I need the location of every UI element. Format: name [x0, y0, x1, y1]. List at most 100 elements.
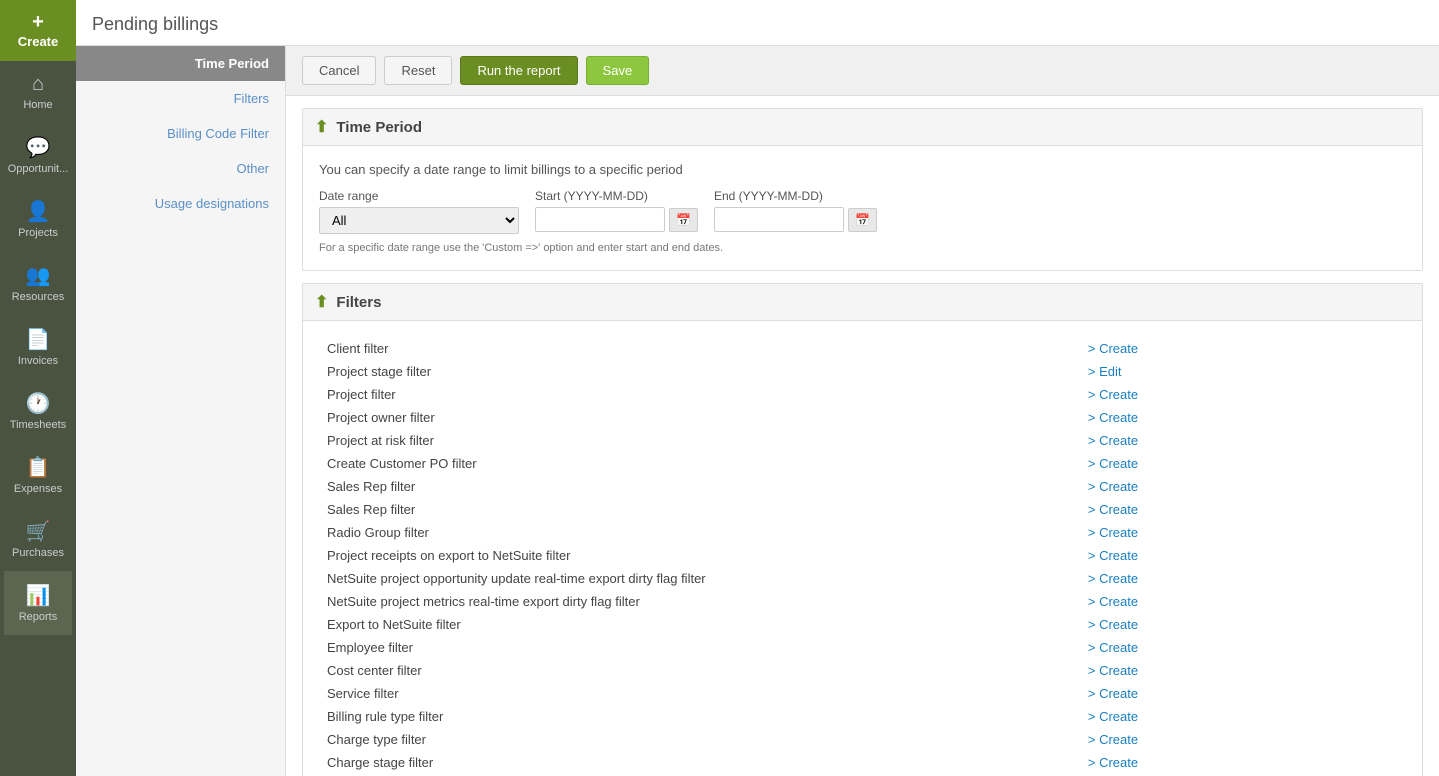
filter-label: Client filter — [319, 337, 1080, 360]
sidebar-item-purchases[interactable]: 🛒Purchases — [4, 507, 73, 571]
content-wrapper: Time PeriodFiltersBilling Code FilterOth… — [76, 46, 1439, 776]
filter-row: Charge type filter> Create — [319, 728, 1406, 751]
report-area[interactable]: Cancel Reset Run the report Save ⬆ Time … — [286, 46, 1439, 776]
reports-icon: 📊 — [26, 583, 51, 608]
date-range-select[interactable]: AllThis weekLast weekThis monthLast mont… — [319, 207, 519, 234]
sidebar-item-home[interactable]: ⌂Home — [4, 61, 73, 123]
filter-label: NetSuite project metrics real-time expor… — [319, 590, 1080, 613]
filter-action[interactable]: > Create — [1080, 475, 1406, 498]
filter-label: Charge stage filter — [319, 751, 1080, 774]
home-icon: ⌂ — [32, 73, 44, 96]
start-date-input[interactable] — [535, 207, 665, 232]
date-row: Date range AllThis weekLast weekThis mon… — [319, 189, 1406, 234]
end-date-calendar-button[interactable]: 📅 — [848, 208, 877, 232]
filter-action[interactable]: > Create — [1080, 452, 1406, 475]
filter-row: Charge stage filter> Create — [319, 751, 1406, 774]
start-date-label: Start (YYYY-MM-DD) — [535, 189, 698, 203]
save-button[interactable]: Save — [586, 56, 650, 85]
resources-icon: 👥 — [26, 263, 51, 288]
sidebar-item-projects[interactable]: 👤Projects — [4, 187, 73, 251]
filter-label: Employee filter — [319, 636, 1080, 659]
end-date-input[interactable] — [714, 207, 844, 232]
filter-action[interactable]: > Create — [1080, 567, 1406, 590]
sidebar-item-invoices[interactable]: 📄Invoices — [4, 315, 73, 379]
create-button[interactable]: + Create — [0, 0, 76, 61]
filter-row: Radio Group filter> Create — [319, 521, 1406, 544]
filters-body: Client filter> CreateProject stage filte… — [303, 321, 1422, 776]
date-range-label: Date range — [319, 189, 519, 203]
filter-row: Create Customer PO filter> Create — [319, 452, 1406, 475]
filter-label: Cost center filter — [319, 659, 1080, 682]
left-nav-item-filters[interactable]: Filters — [76, 81, 285, 116]
filter-action[interactable]: > Create — [1080, 590, 1406, 613]
filter-label: Project at risk filter — [319, 429, 1080, 452]
filter-action[interactable]: > Create — [1080, 659, 1406, 682]
run-report-button[interactable]: Run the report — [460, 56, 577, 85]
filters-collapse-icon[interactable]: ⬆ — [315, 292, 328, 312]
filter-row: Export to NetSuite filter> Create — [319, 613, 1406, 636]
end-date-wrap: 📅 — [714, 207, 877, 232]
filter-action[interactable]: > Create — [1080, 705, 1406, 728]
time-period-header: ⬆ Time Period — [303, 109, 1422, 146]
filter-row: Sales Rep filter> Create — [319, 498, 1406, 521]
filter-label: Export to NetSuite filter — [319, 613, 1080, 636]
sidebar-item-timesheets[interactable]: 🕐Timesheets — [4, 379, 73, 443]
sidebar-label-resources: Resources — [12, 291, 65, 303]
sidebar: + Create ⌂Home💬Opportunit...👤Projects 👥 Re… — [0, 0, 76, 776]
left-nav-item-time-period[interactable]: Time Period — [76, 46, 285, 81]
start-date-calendar-button[interactable]: 📅 — [669, 208, 698, 232]
left-nav-item-billing-code-filter[interactable]: Billing Code Filter — [76, 116, 285, 151]
sidebar-item-opportunities[interactable]: 💬Opportunit... — [4, 123, 73, 187]
sidebar-label-projects: Projects — [18, 227, 58, 239]
filter-label: Project filter — [319, 383, 1080, 406]
filter-row: NetSuite project opportunity update real… — [319, 567, 1406, 590]
sidebar-label-purchases: Purchases — [12, 547, 64, 559]
filter-action[interactable]: > Create — [1080, 429, 1406, 452]
filter-row: Employee filter> Create — [319, 636, 1406, 659]
filter-label: Project stage filter — [319, 360, 1080, 383]
filters-header: ⬆ Filters — [303, 284, 1422, 321]
filter-action[interactable]: > Create — [1080, 406, 1406, 429]
filter-action[interactable]: > Create — [1080, 728, 1406, 751]
filters-section: ⬆ Filters Client filter> CreateProject s… — [302, 283, 1423, 776]
filter-action[interactable]: > Create — [1080, 521, 1406, 544]
filter-label: Project owner filter — [319, 406, 1080, 429]
left-nav: Time PeriodFiltersBilling Code FilterOth… — [76, 46, 286, 776]
end-date-group: End (YYYY-MM-DD) 📅 — [714, 189, 877, 232]
filter-row: Billing rule type filter> Create — [319, 705, 1406, 728]
opportunities-icon: 💬 — [26, 135, 51, 160]
left-nav-item-other[interactable]: Other — [76, 151, 285, 186]
filter-action[interactable]: > Create — [1080, 337, 1406, 360]
sidebar-item-expenses[interactable]: 📋Expenses — [4, 443, 73, 507]
page-title: Pending billings — [92, 14, 218, 34]
reset-button[interactable]: Reset — [384, 56, 452, 85]
time-period-body: You can specify a date range to limit bi… — [303, 146, 1422, 270]
filter-action[interactable]: > Create — [1080, 383, 1406, 406]
sidebar-item-resources[interactable]: 👥 Resources — [4, 251, 73, 315]
filter-label: Radio Group filter — [319, 521, 1080, 544]
left-nav-item-usage-designations[interactable]: Usage designations — [76, 186, 285, 221]
time-period-desc: You can specify a date range to limit bi… — [319, 162, 1406, 177]
sidebar-label-reports: Reports — [19, 611, 58, 623]
filter-action[interactable]: > Create — [1080, 636, 1406, 659]
timesheets-icon: 🕐 — [26, 391, 51, 416]
filter-row: Cost center filter> Create — [319, 659, 1406, 682]
filter-action[interactable]: > Create — [1080, 544, 1406, 567]
page-header: Pending billings — [76, 0, 1439, 46]
toolbar: Cancel Reset Run the report Save — [286, 46, 1439, 96]
filter-action[interactable]: > Create — [1080, 682, 1406, 705]
time-period-section: ⬆ Time Period You can specify a date ran… — [302, 108, 1423, 271]
collapse-icon[interactable]: ⬆ — [315, 117, 328, 137]
filter-action[interactable]: > Create — [1080, 751, 1406, 774]
filter-action[interactable]: > Create — [1080, 498, 1406, 521]
cancel-button[interactable]: Cancel — [302, 56, 376, 85]
filter-label: Billing rule type filter — [319, 705, 1080, 728]
filter-label: Sales Rep filter — [319, 498, 1080, 521]
invoices-icon: 📄 — [26, 327, 51, 352]
filter-action[interactable]: > Create — [1080, 613, 1406, 636]
start-date-group: Start (YYYY-MM-DD) 📅 — [535, 189, 698, 232]
filter-row: Project owner filter> Create — [319, 406, 1406, 429]
filter-row: Project at risk filter> Create — [319, 429, 1406, 452]
filter-action[interactable]: > Edit — [1080, 360, 1406, 383]
sidebar-item-reports[interactable]: 📊 Reports — [4, 571, 73, 635]
